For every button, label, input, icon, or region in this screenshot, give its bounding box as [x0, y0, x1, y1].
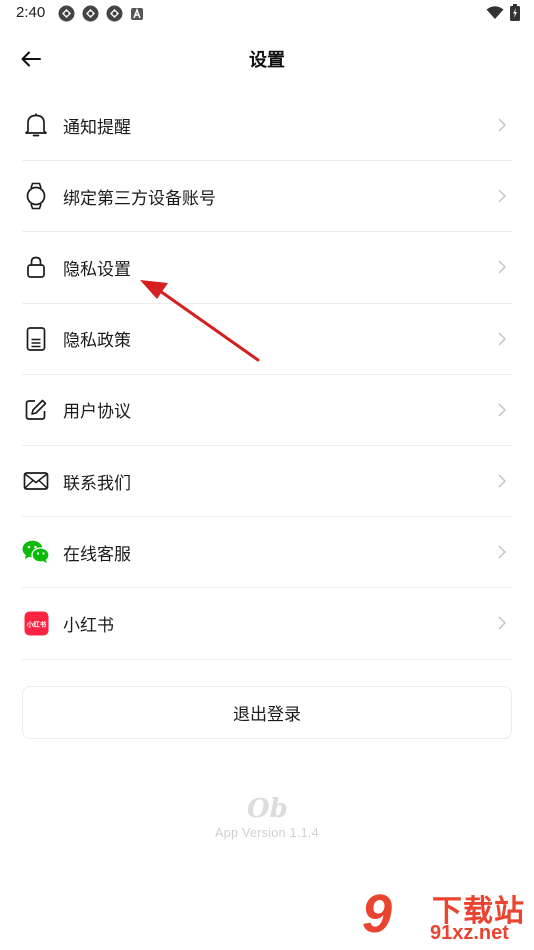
- chevron-right-icon: [498, 616, 507, 630]
- chevron-right-icon: [498, 118, 507, 132]
- menu-item-contact-us[interactable]: 联系我们: [22, 446, 512, 518]
- menu-item-privacy-policy[interactable]: 隐私政策: [22, 304, 512, 375]
- chevron-right-icon: [498, 474, 507, 488]
- menu-item-label: 绑定第三方设备账号: [63, 188, 216, 209]
- status-right-icons: [486, 4, 520, 21]
- menu-item-label: 隐私设置: [63, 259, 131, 280]
- menu-item-label: 通知提醒: [63, 117, 131, 138]
- menu-item-label: 用户协议: [63, 402, 131, 423]
- menu-item-label: 联系我们: [63, 473, 131, 494]
- logout-button[interactable]: 退出登录: [22, 686, 512, 739]
- watch-icon: [22, 182, 50, 210]
- watermark-url: 91xz.net: [430, 922, 509, 944]
- app-icon: [58, 5, 75, 22]
- menu-item-online-service[interactable]: 在线客服: [22, 517, 512, 589]
- menu-item-label: 在线客服: [63, 544, 131, 565]
- menu-item-label: 隐私政策: [63, 331, 131, 352]
- chevron-right-icon: [498, 260, 507, 274]
- settings-menu: 通知提醒 绑定第三方设备账号 隐私设置 隐私政策 用户协议 联系我们 在线客服 …: [22, 90, 512, 660]
- xiaohongshu-badge-text: 小红书: [25, 619, 46, 628]
- bell-icon: [22, 111, 50, 139]
- mail-icon: [22, 467, 50, 495]
- edit-icon: [22, 396, 50, 424]
- page-title: 设置: [249, 50, 285, 71]
- status-time: 2:40: [16, 4, 46, 21]
- app-icon: [82, 5, 99, 22]
- watermark-number: 9: [362, 884, 393, 944]
- menu-item-xiaohongshu[interactable]: 小红书 小红书: [22, 588, 512, 660]
- chevron-right-icon: [498, 332, 507, 346]
- header: 设置: [0, 36, 534, 84]
- chevron-right-icon: [498, 189, 507, 203]
- notification-icons: [58, 5, 144, 22]
- menu-item-privacy-settings[interactable]: 隐私设置: [22, 232, 512, 304]
- xiaohongshu-icon: 小红书: [22, 609, 50, 637]
- document-icon: [22, 325, 50, 353]
- menu-item-bind-device[interactable]: 绑定第三方设备账号: [22, 161, 512, 233]
- app-logo: Ob: [247, 794, 288, 824]
- lock-icon: [22, 253, 50, 281]
- menu-item-notifications[interactable]: 通知提醒: [22, 90, 512, 162]
- wifi-icon: [486, 6, 504, 19]
- app-icon: [106, 5, 123, 22]
- chevron-right-icon: [498, 403, 507, 417]
- a-icon: [131, 7, 143, 20]
- menu-item-user-agreement[interactable]: 用户协议: [22, 375, 512, 446]
- menu-item-label: 小红书: [63, 615, 114, 636]
- watermark-logo: 9 下载站 91xz.net: [362, 886, 532, 948]
- app-version: App Version 1.1.4: [215, 826, 319, 840]
- status-bar: 2:40: [0, 0, 534, 28]
- battery-icon: [510, 4, 520, 21]
- wechat-icon: [22, 538, 50, 566]
- chevron-right-icon: [498, 545, 507, 559]
